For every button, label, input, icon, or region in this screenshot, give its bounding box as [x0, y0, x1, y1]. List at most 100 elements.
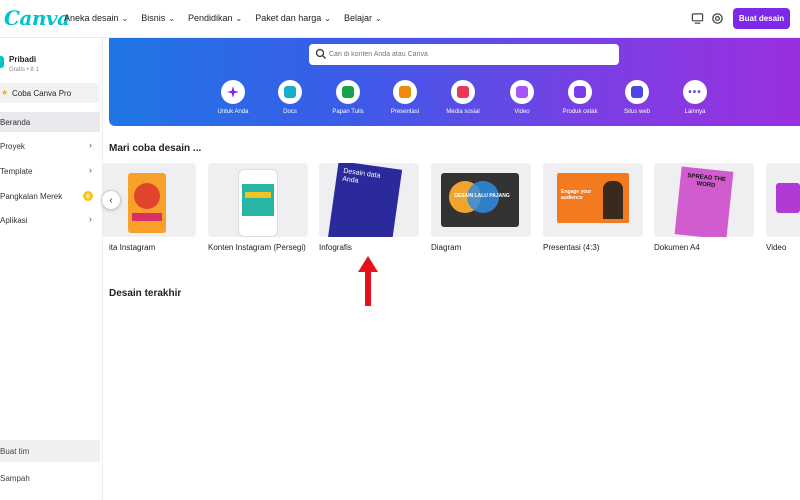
- nav-label: Bisnis: [141, 13, 166, 23]
- category-untuk-anda[interactable]: Untuk Anda: [203, 80, 263, 115]
- card-label[interactable]: ita Instagram: [109, 243, 155, 252]
- search-box[interactable]: [309, 44, 619, 65]
- chevron-down-icon: ⌄: [235, 13, 243, 23]
- chevron-down-icon: ⌄: [121, 13, 129, 23]
- category-papan-tulis[interactable]: Papan Tulis: [318, 80, 378, 115]
- card-video[interactable]: [766, 163, 800, 237]
- card-label[interactable]: Presentasi (4:3): [543, 243, 599, 252]
- thumbnail-dokumen: SPREAD THE WORD: [674, 166, 734, 237]
- canva-logo[interactable]: Canva: [4, 6, 70, 30]
- thumbnail-phone: [238, 169, 278, 237]
- chevron-left-icon: ‹: [109, 194, 113, 206]
- whiteboard-icon: [336, 80, 360, 104]
- thumbnail-infografis: Desain data Anda: [327, 163, 403, 237]
- sidebar-item-aplikasi[interactable]: Aplikasi ›: [0, 210, 100, 230]
- recent-designs-title: Desain terakhir: [109, 288, 182, 299]
- thumbnail-text: SPREAD THE WORD: [687, 173, 727, 189]
- nav-label: Pendidikan: [187, 13, 233, 23]
- sidebar: Pribadi Gratis • 8 1 ★ Coba Canva Pro Be…: [0, 38, 103, 500]
- main-nav: Aneka desain ⌄ Bisnis ⌄ Pendidikan ⌄ Paket …: [64, 13, 395, 23]
- chevron-down-icon: ⌄: [324, 13, 331, 23]
- section-title: Mari coba desain ...: [109, 143, 202, 154]
- crown-icon: ★: [1, 88, 9, 97]
- red-arrow-icon: [358, 256, 378, 306]
- category-docs[interactable]: Docs: [260, 80, 320, 115]
- nav-bisnis[interactable]: Bisnis ⌄: [141, 13, 175, 23]
- account-avatar: [0, 56, 4, 68]
- category-label: Produk cetak: [562, 109, 598, 115]
- docs-icon: [278, 80, 302, 104]
- category-media-sosial[interactable]: Media sosial: [433, 80, 493, 115]
- top-navbar: Canva Aneka desain ⌄ Bisnis ⌄ Pendidikan ⌄ …: [0, 0, 800, 38]
- category-label: Presentasi: [390, 109, 420, 115]
- pro-badge-icon: ♛: [83, 191, 93, 201]
- nav-pendidikan[interactable]: Pendidikan ⌄: [188, 13, 242, 23]
- chevron-right-icon: ›: [89, 140, 92, 150]
- card-diagram[interactable]: DESAIN LALU PAJANG: [431, 163, 531, 237]
- category-label: Lainnya: [684, 109, 706, 115]
- sparkle-icon: [221, 80, 245, 104]
- carousel-prev-button[interactable]: ‹: [101, 190, 121, 210]
- category-label: Video: [514, 109, 530, 115]
- category-label: Media sosial: [446, 109, 480, 115]
- thumbnail-text: DESAIN LALU PAJANG: [454, 193, 510, 199]
- sidebar-item-label: Pangkalan Merek: [0, 191, 63, 201]
- sidebar-item-pangkalan-merek[interactable]: Pangkalan Merek ♛: [0, 186, 100, 206]
- category-produk-cetak[interactable]: Produk cetak: [550, 80, 610, 115]
- search-input[interactable]: [329, 47, 609, 62]
- video-icon: [510, 80, 534, 104]
- chevron-down-icon: ⌄: [168, 13, 175, 23]
- category-label: Untuk Anda: [217, 109, 249, 115]
- card-presentasi[interactable]: Engage your audience: [543, 163, 643, 237]
- sidebar-item-label: Beranda: [0, 117, 31, 127]
- sidebar-item-trash[interactable]: Sampah: [0, 474, 30, 483]
- chevron-down-icon: ⌄: [375, 13, 382, 23]
- sidebar-item-template[interactable]: Template ›: [0, 161, 100, 181]
- category-video[interactable]: Video: [492, 80, 552, 115]
- account-name: Pribadi: [9, 55, 37, 64]
- website-icon: [625, 80, 649, 104]
- thumbnail-diagram: DESAIN LALU PAJANG: [441, 173, 519, 227]
- category-presentasi[interactable]: Presentasi: [375, 80, 435, 115]
- chevron-right-icon: ›: [89, 165, 92, 175]
- heart-icon: [451, 80, 475, 104]
- card-label[interactable]: Video: [766, 243, 786, 252]
- account-plan: Gratis • 8 1: [9, 67, 39, 73]
- category-label: Situs web: [623, 109, 650, 115]
- sidebar-item-beranda[interactable]: Beranda: [0, 112, 100, 132]
- nav-belajar[interactable]: Belajar ⌄: [344, 13, 382, 23]
- chevron-right-icon: ›: [89, 214, 92, 224]
- sidebar-item-label: Aplikasi: [0, 215, 28, 225]
- search-icon: [315, 48, 326, 59]
- thumbnail-instagram-story: [128, 173, 166, 233]
- thumbnail-video: [776, 183, 800, 213]
- card-label[interactable]: Konten Instagram (Persegi): [208, 243, 306, 252]
- category-label: Papan Tulis: [332, 109, 364, 115]
- sidebar-item-proyek[interactable]: Proyek ›: [0, 136, 100, 156]
- card-label[interactable]: Infografis: [319, 243, 352, 252]
- card-label[interactable]: Dokumen A4: [654, 243, 700, 252]
- sidebar-item-label: Proyek: [0, 141, 25, 151]
- card-infografis[interactable]: Desain data Anda: [319, 163, 419, 237]
- presentation-icon: [393, 80, 417, 104]
- card-dokumen-a4[interactable]: SPREAD THE WORD: [654, 163, 754, 237]
- more-icon: •••: [683, 80, 707, 104]
- desktop-app-icon[interactable]: [691, 12, 704, 25]
- nav-aneka-desain[interactable]: Aneka desain ⌄: [64, 13, 128, 23]
- gear-icon[interactable]: [711, 12, 724, 25]
- thumbnail-text: Engage your audience: [561, 189, 592, 201]
- card-label[interactable]: Diagram: [431, 243, 461, 252]
- try-pro-label: Coba Canva Pro: [12, 89, 72, 98]
- category-label: Docs: [283, 109, 297, 115]
- sidebar-item-label: Template: [0, 166, 33, 176]
- card-instagram-post[interactable]: [208, 163, 308, 237]
- create-design-button[interactable]: Buat desain: [733, 8, 790, 29]
- try-pro-button[interactable]: ★ Coba Canva Pro: [0, 83, 99, 103]
- nav-paket-harga[interactable]: Paket dan harga ⌄: [255, 13, 331, 23]
- create-team-button[interactable]: Buat tim: [0, 440, 100, 462]
- nav-label: Paket dan harga: [255, 13, 322, 23]
- thumbnail-text: Desain data Anda: [341, 167, 381, 186]
- category-lainnya[interactable]: ••• Lainnya: [665, 80, 725, 115]
- category-situs-web[interactable]: Situs web: [607, 80, 667, 115]
- printer-icon: [568, 80, 592, 104]
